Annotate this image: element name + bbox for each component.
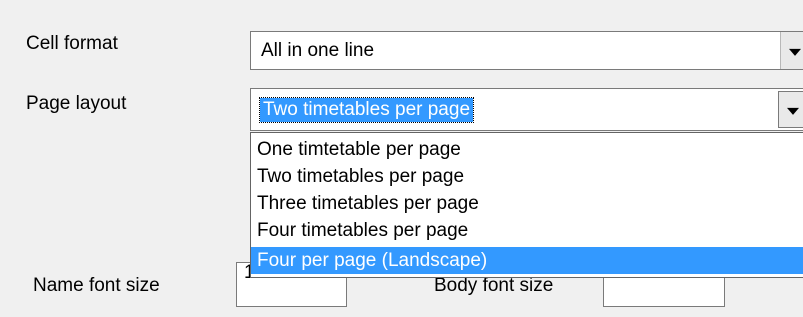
- dropdown-option[interactable]: Two timetables per page: [251, 163, 803, 190]
- page-layout-label: Page layout: [26, 93, 127, 114]
- dropdown-option[interactable]: One timtetable per page: [251, 136, 803, 163]
- dropdown-option[interactable]: Three timetables per page: [251, 190, 803, 217]
- chevron-down-icon: [787, 107, 799, 115]
- page-layout-dropdown-list: One timtetable per page Two timetables p…: [250, 132, 803, 278]
- cell-format-dropdown-button[interactable]: [780, 32, 803, 69]
- page-layout-dropdown-button[interactable]: [778, 91, 803, 128]
- cell-format-value: All in one line: [261, 39, 375, 61]
- page-layout-value: Two timetables per page: [258, 96, 475, 123]
- cell-format-select[interactable]: All in one line: [250, 31, 803, 70]
- name-font-size-label: Name font size: [33, 275, 160, 296]
- chevron-down-icon: [789, 48, 801, 56]
- dropdown-option-highlighted[interactable]: Four per page (Landscape): [251, 247, 803, 274]
- page-layout-select[interactable]: Two timetables per page: [250, 88, 803, 131]
- dropdown-option[interactable]: Four timetables per page: [251, 217, 803, 244]
- cell-format-label: Cell format: [26, 33, 118, 54]
